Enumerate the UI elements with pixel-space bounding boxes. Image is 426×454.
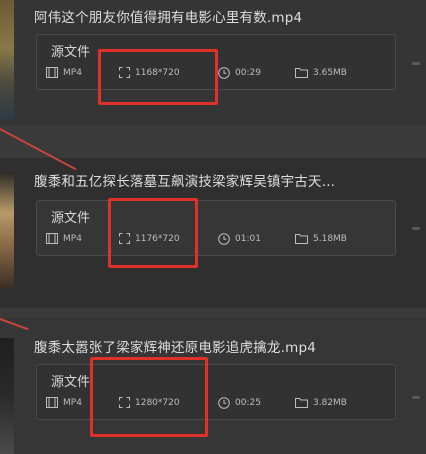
clock-icon <box>218 233 230 245</box>
size-info: 3.82MB <box>295 397 347 408</box>
size-text: 3.65MB <box>313 67 347 78</box>
size-info: 5.18MB <box>295 233 347 244</box>
video-title: 腹黍和五亿探长落墓互飙演技梁家辉吴镇宇古天... <box>34 174 336 190</box>
video-item[interactable]: 腹黍和五亿探长落墓互飙演技梁家辉吴镇宇古天... 源文件 MP4 1176*72… <box>0 158 426 308</box>
row-handle[interactable] <box>412 62 420 65</box>
film-icon <box>46 67 58 78</box>
clock-icon <box>218 397 230 409</box>
duration-text: 00:25 <box>235 398 261 408</box>
highlight-box <box>108 198 198 268</box>
format-text: MP4 <box>63 397 82 408</box>
film-icon <box>46 233 58 244</box>
duration-info: 00:29 <box>218 67 261 79</box>
film-icon <box>46 397 58 408</box>
source-file-panel: 源文件 MP4 1176*720 01:01 5.18MB <box>36 200 396 256</box>
folder-icon <box>295 398 308 408</box>
duration-info: 01:01 <box>218 233 261 245</box>
format-info: MP4 <box>46 67 82 78</box>
size-text: 5.18MB <box>313 233 347 244</box>
video-item[interactable]: 腹黍太嚣张了梁家辉神还原电影追虎擒龙.mp4 源文件 MP4 1280*720 … <box>0 318 426 454</box>
source-label: 源文件 <box>51 375 91 390</box>
video-title: 阿伟这个朋友你值得拥有电影心里有数.mp4 <box>34 10 303 26</box>
highlight-box <box>90 357 208 437</box>
video-thumbnail <box>0 172 14 288</box>
source-label: 源文件 <box>51 45 91 60</box>
highlight-box <box>98 49 218 105</box>
format-text: MP4 <box>63 233 82 244</box>
source-label: 源文件 <box>51 211 91 226</box>
size-text: 3.82MB <box>313 397 347 408</box>
video-thumbnail <box>0 338 14 454</box>
video-title: 腹黍太嚣张了梁家辉神还原电影追虎擒龙.mp4 <box>34 340 316 356</box>
row-handle[interactable] <box>412 396 420 399</box>
folder-icon <box>295 68 308 78</box>
duration-text: 01:01 <box>235 234 261 244</box>
folder-icon <box>295 234 308 244</box>
row-handle[interactable] <box>412 227 420 230</box>
format-text: MP4 <box>63 67 82 78</box>
clock-icon <box>218 67 230 79</box>
format-info: MP4 <box>46 233 82 244</box>
video-thumbnail <box>0 0 14 120</box>
duration-text: 00:29 <box>235 68 261 78</box>
format-info: MP4 <box>46 397 82 408</box>
size-info: 3.65MB <box>295 67 347 78</box>
duration-info: 00:25 <box>218 397 261 409</box>
